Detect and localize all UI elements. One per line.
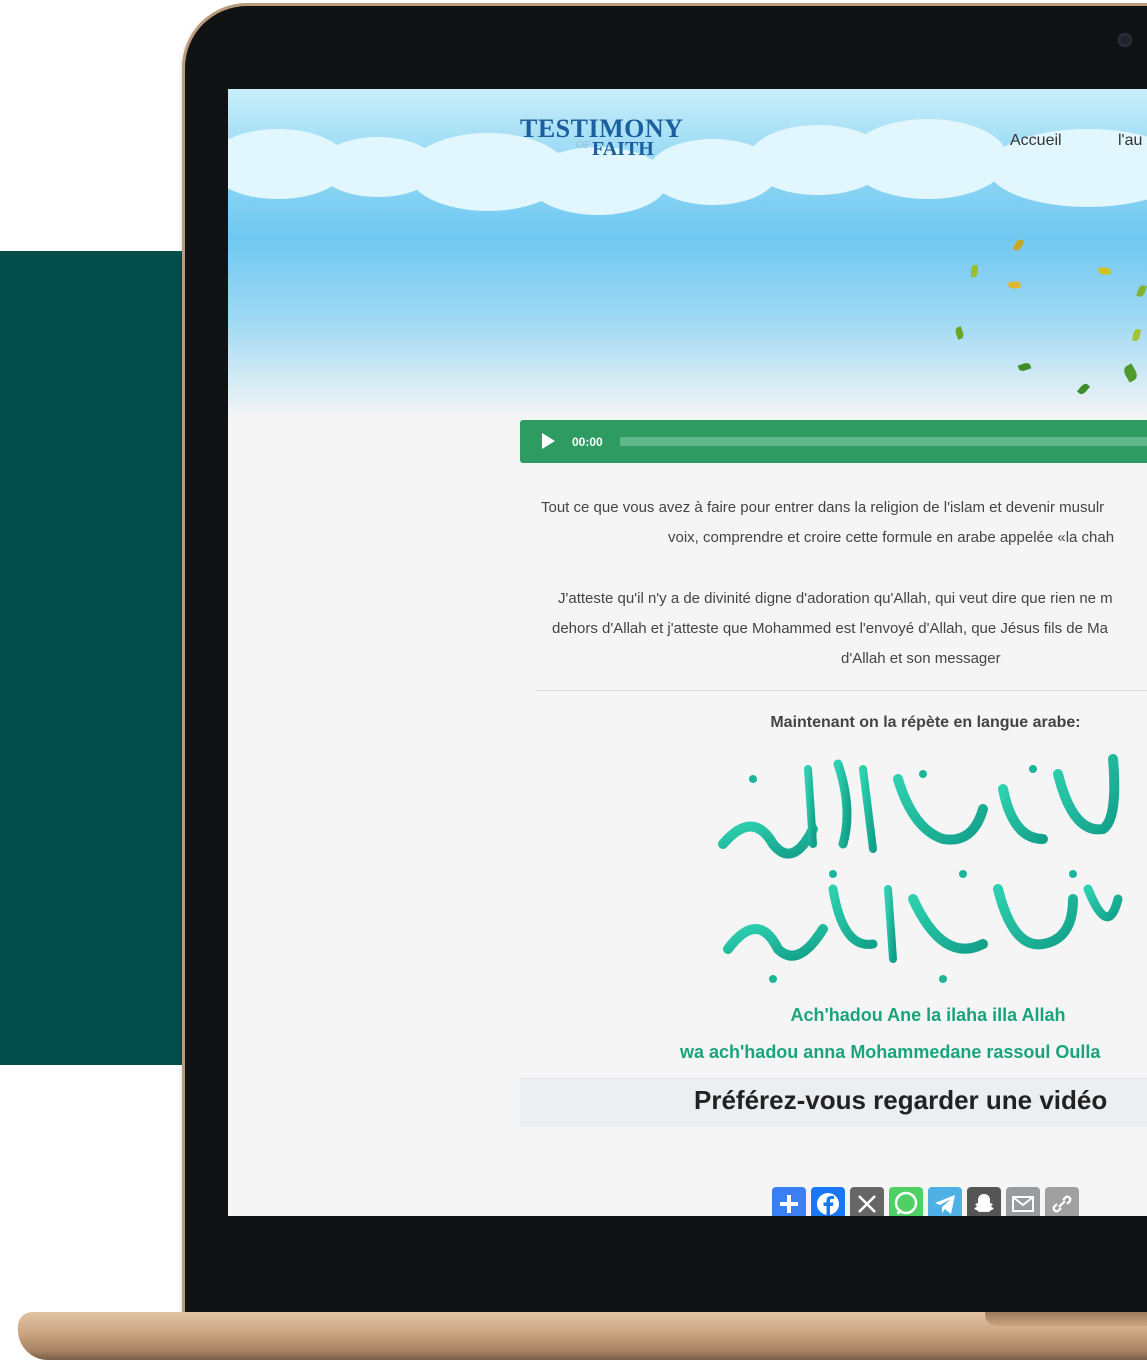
snapchat-icon [974, 1194, 994, 1212]
logo-faith-text: FAITH [592, 138, 654, 160]
testimony-line: J'atteste qu'il n'y a de divinité digne … [558, 590, 1113, 607]
share-copy-link-button[interactable] [1045, 1187, 1079, 1216]
play-icon[interactable] [542, 433, 555, 449]
share-whatsapp-button[interactable] [889, 1187, 923, 1216]
share-email-button[interactable] [1006, 1187, 1040, 1216]
intro-line: voix, comprendre et croire cette formule… [668, 529, 1115, 546]
share-snapchat-button[interactable] [967, 1187, 1001, 1216]
browser-screen: TESTIMONY OF FAITH Accueil l'au 00:00 To… [228, 89, 1147, 1216]
audio-player: 00:00 [520, 420, 1147, 463]
logo-of-text: OF [576, 139, 591, 151]
copy-link-icon [1052, 1195, 1072, 1213]
cloud [848, 119, 1008, 199]
webcam [1118, 33, 1132, 47]
audio-progress-bar[interactable] [620, 437, 1147, 446]
email-icon [1012, 1196, 1034, 1212]
background-teal-panel [0, 251, 196, 1065]
site-logo[interactable]: TESTIMONY OF FAITH [520, 115, 690, 165]
intro-paragraph: Tout ce que vous avez à faire pour entre… [528, 493, 1147, 553]
whatsapp-icon [894, 1191, 918, 1215]
arabic-calligraphy-image [718, 754, 1123, 983]
plus-icon [780, 1195, 798, 1213]
transliteration-line: wa ach'hadou anna Mohammedane rassoul Ou… [680, 1042, 1101, 1062]
share-facebook-button[interactable] [811, 1187, 845, 1216]
share-plus-button[interactable] [772, 1187, 806, 1216]
share-x-button[interactable] [850, 1187, 884, 1216]
testimony-line: dehors d'Allah et j'atteste que Mohammed… [552, 620, 1108, 637]
share-telegram-button[interactable] [928, 1187, 962, 1216]
facebook-icon [817, 1193, 839, 1216]
intro-line: Tout ce que vous avez à faire pour entre… [541, 499, 1105, 516]
transliteration-line: Ach'hadou Ane la ilaha illa Allah [790, 1005, 1066, 1025]
laptop-base [18, 1312, 1147, 1360]
content-divider [536, 690, 1147, 691]
testimony-paragraph: J'atteste qu'il n'y a de divinité digne … [528, 584, 1147, 674]
nav-item-auteur[interactable]: l'au [1118, 132, 1142, 150]
video-section: Préférez-vous regarder une vidéo [520, 1078, 1147, 1127]
x-icon [858, 1195, 876, 1213]
audio-time: 00:00 [572, 435, 603, 449]
testimony-line: d'Allah et son messager [841, 650, 1001, 667]
nav-item-accueil[interactable]: Accueil [1010, 132, 1062, 150]
video-heading: Préférez-vous regarder une vidéo [694, 1085, 1108, 1115]
arabic-heading: Maintenant on la répète en langue arabe: [770, 714, 1081, 731]
telegram-icon [935, 1195, 955, 1214]
laptop-notch [985, 1312, 1147, 1326]
